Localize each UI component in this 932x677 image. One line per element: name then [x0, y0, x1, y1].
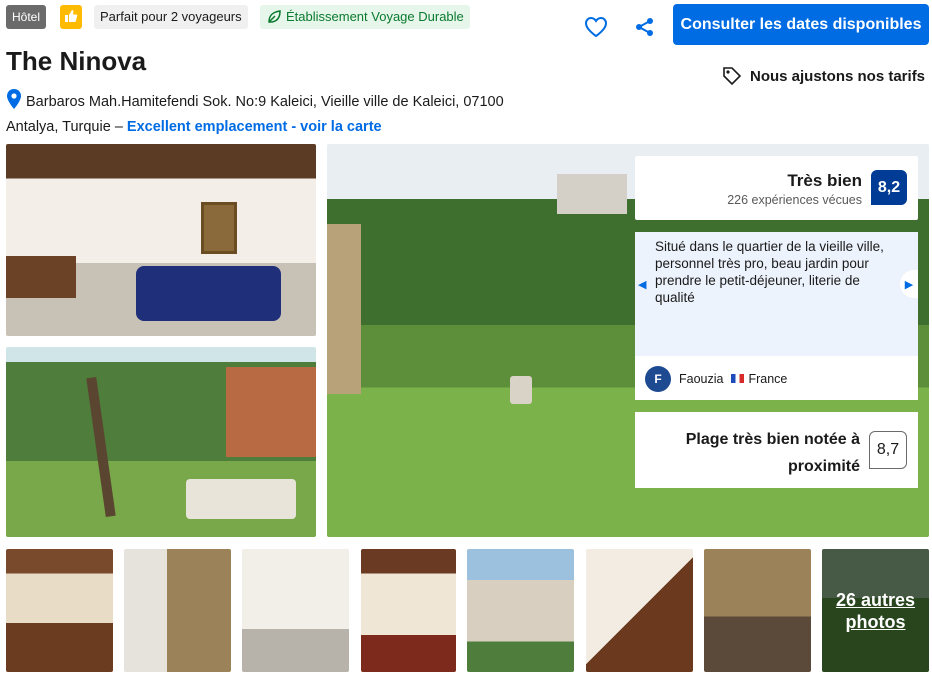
reviewer-info: F Faouzia France: [645, 366, 787, 392]
heart-icon: [584, 16, 608, 38]
map-pin-icon: [7, 89, 21, 109]
frame-shape: [201, 202, 237, 254]
rating-score: 8,2: [871, 170, 907, 205]
avatar: F: [645, 366, 671, 392]
previous-review-button[interactable]: ◀: [638, 278, 646, 291]
thumbnail-more-photos[interactable]: 26 autres photos: [822, 549, 929, 672]
beach-label: Plage très bien notée à proximité: [685, 431, 860, 475]
table-shape: [186, 479, 296, 519]
stone-wall-shape: [327, 224, 361, 394]
building-shape: [557, 174, 627, 214]
price-match-label: Nous ajustons nos tarifs: [750, 67, 926, 85]
price-match-link[interactable]: Nous ajustons nos tarifs: [722, 66, 925, 86]
price-tag-icon: [723, 67, 742, 86]
thumbs-up-badge: [60, 5, 82, 29]
photo-garden-terrace[interactable]: [6, 347, 316, 537]
thumbnail-staircase[interactable]: [586, 549, 693, 672]
sofa-shape: [136, 266, 281, 321]
sustainable-badge-label: Établissement Voyage Durable: [286, 9, 464, 24]
reviewer-country-label: France: [748, 372, 788, 386]
france-flag-icon: [731, 374, 745, 383]
travellers-badge: Parfait pour 2 voyageurs: [94, 5, 248, 29]
thumbnail-corridor[interactable]: [361, 549, 456, 672]
sustainable-badge[interactable]: Établissement Voyage Durable: [260, 5, 470, 29]
rating-label: Très bien: [787, 171, 862, 190]
share-button[interactable]: [628, 10, 662, 44]
rating-card[interactable]: Très bien 226 expériences vécues 8,2: [635, 156, 918, 220]
fountain-shape: [510, 376, 532, 404]
thumbnail-reception[interactable]: [6, 549, 113, 672]
share-icon: [636, 18, 653, 36]
thumbnail-breakfast-room[interactable]: [242, 549, 349, 672]
review-count: 226 expériences vécues: [727, 193, 862, 207]
beach-score: 8,7: [869, 431, 907, 469]
beach-rating-card[interactable]: Plage très bien notée à proximité 8,7: [635, 412, 918, 488]
house-shape: [226, 367, 316, 457]
photo-lobby-lounge[interactable]: [6, 144, 316, 336]
tree-trunk-shape: [86, 376, 116, 518]
thumbnail-exterior[interactable]: [467, 549, 574, 672]
leaf-icon: [268, 10, 281, 23]
hotel-name: The Ninova: [6, 46, 147, 76]
thumbs-up-icon: [65, 10, 78, 22]
address-line-2: Antalya, Turquie –: [6, 119, 123, 135]
address-line-1: Barbaros Mah.Hamitefendi Sok. No:9 Kalei…: [26, 94, 504, 110]
thumbnail-facade[interactable]: [124, 549, 231, 672]
property-type-badge: Hôtel: [6, 5, 47, 29]
more-photos-label[interactable]: 26 autres photos: [822, 549, 929, 672]
hotel-address: Barbaros Mah.Hamitefendi Sok. No:9 Kalei…: [6, 88, 566, 140]
check-availability-button[interactable]: Consulter les dates disponibles: [673, 4, 929, 45]
guest-review-card[interactable]: Situé dans le quartier de la vieille vil…: [635, 232, 918, 400]
reviewer-name: Faouzia: [679, 372, 724, 386]
cabinet-shape: [6, 256, 76, 298]
review-text: Situé dans le quartier de la vieille vil…: [635, 232, 918, 356]
thumbnail-stone-oven[interactable]: [704, 549, 811, 672]
map-link[interactable]: Excellent emplacement - voir la carte: [127, 119, 382, 135]
reviewer-country: France: [731, 372, 787, 386]
save-favorite-button[interactable]: [579, 10, 613, 44]
